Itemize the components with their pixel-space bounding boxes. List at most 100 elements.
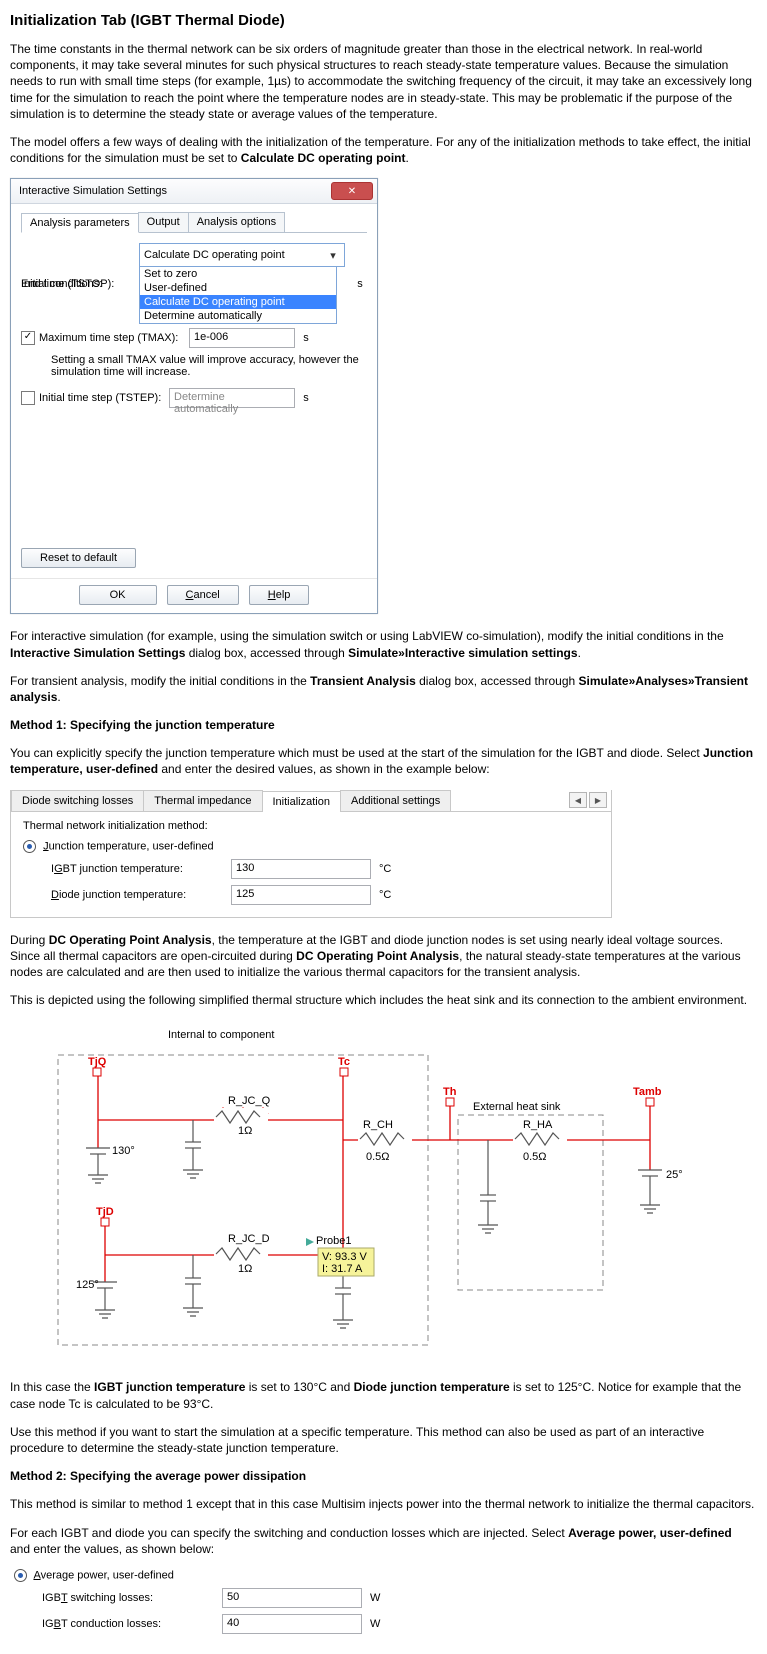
- radio-label: Average power, user-defined: [33, 1569, 173, 1581]
- initial-conditions-dropdown: Set to zero User-defined Calculate DC op…: [139, 267, 337, 324]
- cancel-button[interactable]: Cancel: [167, 585, 239, 605]
- svg-text:1Ω: 1Ω: [238, 1263, 252, 1275]
- text-bold: Average power, user-defined: [568, 1526, 732, 1540]
- paragraph-intro-1: The time constants in the thermal networ…: [10, 41, 755, 122]
- diode-temp-label: Diode junction temperature:: [51, 889, 231, 901]
- tab-initialization[interactable]: Initialization: [262, 791, 341, 812]
- text-bold: Interactive Simulation Settings: [10, 646, 185, 660]
- tab-analysis-parameters[interactable]: Analysis parameters: [21, 213, 139, 233]
- svg-text:Th: Th: [443, 1086, 457, 1098]
- svg-text:R_CH: R_CH: [363, 1119, 393, 1131]
- svg-text:V: 93.3 V: V: 93.3 V: [322, 1251, 368, 1263]
- tab-nav: ◀ ▶: [569, 792, 611, 808]
- paragraph-intro-2: The model offers a few ways of dealing w…: [10, 134, 755, 166]
- tab-additional-settings[interactable]: Additional settings: [340, 790, 451, 811]
- tstep-checkbox[interactable]: [21, 391, 35, 405]
- svg-text:I: 31.7 A: I: 31.7 A: [322, 1263, 363, 1275]
- thermal-circuit-diagram: .wire{stroke:#d00;stroke-width:1.3;fill:…: [38, 1020, 755, 1363]
- text: dialog box, accessed through: [416, 674, 579, 688]
- method2-panel: Average power, user-defined IGBT switchi…: [14, 1569, 755, 1634]
- method2-heading: Method 2: Specifying the average power d…: [10, 1468, 755, 1484]
- text: You can explicitly specify the junction …: [10, 746, 703, 760]
- dropdown-option[interactable]: Determine automatically: [140, 309, 336, 323]
- tmax-input[interactable]: 1e-006: [189, 328, 295, 348]
- cond-losses-input[interactable]: 40: [222, 1614, 362, 1634]
- unit: W: [370, 1618, 380, 1630]
- diode-temp-input[interactable]: 125: [231, 885, 371, 905]
- svg-text:R_HA: R_HA: [523, 1119, 553, 1131]
- dialog-titlebar[interactable]: Interactive Simulation Settings ✕: [11, 179, 377, 204]
- tstep-input[interactable]: Determine automatically: [169, 388, 295, 408]
- tab-nav-right-icon[interactable]: ▶: [589, 792, 607, 808]
- initialization-panel: Diode switching losses Thermal impedance…: [10, 790, 612, 918]
- ok-button[interactable]: OK: [79, 585, 157, 605]
- close-icon[interactable]: ✕: [331, 182, 373, 200]
- svg-text:Tc: Tc: [338, 1056, 350, 1068]
- svg-text:R_JC_Q: R_JC_Q: [228, 1095, 271, 1107]
- tab-output[interactable]: Output: [138, 212, 189, 232]
- text-bold: DC Operating Point Analysis: [296, 949, 459, 963]
- method2-paragraph-2: For each IGBT and diode you can specify …: [10, 1525, 755, 1557]
- avg-power-radio[interactable]: [14, 1569, 27, 1582]
- tmax-checkbox[interactable]: ✓: [21, 331, 35, 345]
- text: dialog box, accessed through: [185, 646, 348, 660]
- svg-text:Probe1: Probe1: [316, 1235, 351, 1247]
- text: For interactive simulation (for example,…: [10, 629, 724, 643]
- tab-thermal-impedance[interactable]: Thermal impedance: [143, 790, 262, 811]
- interactive-simulation-settings-dialog: Interactive Simulation Settings ✕ Analys…: [10, 178, 378, 614]
- tmax-note: Setting a small TMAX value will improve …: [51, 354, 367, 378]
- svg-text:Tamb: Tamb: [633, 1086, 662, 1098]
- tab-nav-left-icon[interactable]: ◀: [569, 792, 587, 808]
- tab-analysis-options[interactable]: Analysis options: [188, 212, 286, 232]
- paragraph-transient: For transient analysis, modify the initi…: [10, 673, 755, 705]
- paragraph-interactive-sim: For interactive simulation (for example,…: [10, 628, 755, 660]
- svg-text:0.5Ω: 0.5Ω: [523, 1151, 547, 1163]
- reset-button[interactable]: Reset to default: [21, 548, 136, 568]
- text-bold: Diode junction temperature: [354, 1380, 510, 1394]
- text-bold: Calculate DC operating point: [241, 151, 406, 165]
- dialog-tabs: Analysis parameters Output Analysis opti…: [21, 212, 367, 233]
- text: and enter the desired values, as shown i…: [158, 762, 490, 776]
- junction-temp-radio[interactable]: [23, 840, 36, 853]
- svg-text:130°: 130°: [112, 1145, 135, 1157]
- text-bold: DC Operating Point Analysis: [49, 933, 212, 947]
- internal-label: Internal to component: [168, 1029, 274, 1041]
- help-button[interactable]: Help: [249, 585, 310, 605]
- select-value: Calculate DC operating point: [144, 249, 285, 261]
- dropdown-option-selected[interactable]: Calculate DC operating point: [140, 295, 336, 309]
- unit: °C: [379, 863, 391, 875]
- page-title: Initialization Tab (IGBT Thermal Diode): [10, 12, 755, 29]
- dropdown-option[interactable]: Set to zero: [140, 267, 336, 281]
- sw-losses-input[interactable]: 50: [222, 1588, 362, 1608]
- document-page: Initialization Tab (IGBT Thermal Diode) …: [0, 0, 765, 1654]
- method2-paragraph-1: This method is similar to method 1 excep…: [10, 1496, 755, 1512]
- unit: W: [370, 1592, 380, 1604]
- svg-text:TjQ: TjQ: [88, 1056, 107, 1068]
- cond-losses-label: IGBT conduction losses:: [42, 1618, 222, 1630]
- method1-paragraph: You can explicitly specify the junction …: [10, 745, 755, 777]
- text: ancel: [193, 589, 219, 601]
- text: For each IGBT and diode you can specify …: [10, 1526, 568, 1540]
- text: In this case the: [10, 1380, 94, 1394]
- igbt-temp-input[interactable]: 130: [231, 859, 371, 879]
- tab-diode-switching[interactable]: Diode switching losses: [11, 790, 144, 811]
- dialog-title: Interactive Simulation Settings: [19, 185, 167, 197]
- dialog-body: Analysis parameters Output Analysis opti…: [11, 204, 377, 578]
- text-bold: Simulate»Interactive simulation settings: [348, 646, 577, 660]
- paragraph-use-method: Use this method if you want to start the…: [10, 1424, 755, 1456]
- text-bold: Transient Analysis: [310, 674, 416, 688]
- tstep-label: Initial time step (TSTEP):: [39, 392, 169, 404]
- method1-heading: Method 1: Specifying the junction temper…: [10, 717, 755, 733]
- tmax-label: Maximum time step (TMAX):: [39, 332, 189, 344]
- init-method-label: Thermal network initialization method:: [23, 820, 599, 832]
- svg-text:TjD: TjD: [96, 1206, 114, 1218]
- text-bold: IGBT junction temperature: [94, 1380, 245, 1394]
- dropdown-option[interactable]: User-defined: [140, 281, 336, 295]
- text: and enter the values, as shown below:: [10, 1542, 214, 1556]
- initial-conditions-select[interactable]: Calculate DC operating point ▾: [139, 243, 345, 267]
- unit: °C: [379, 889, 391, 901]
- svg-text:1Ω: 1Ω: [238, 1125, 252, 1137]
- igbt-temp-label: IGBT junction temperature:: [51, 863, 231, 875]
- svg-text:25°: 25°: [666, 1169, 683, 1181]
- init-tabs: Diode switching losses Thermal impedance…: [11, 790, 611, 812]
